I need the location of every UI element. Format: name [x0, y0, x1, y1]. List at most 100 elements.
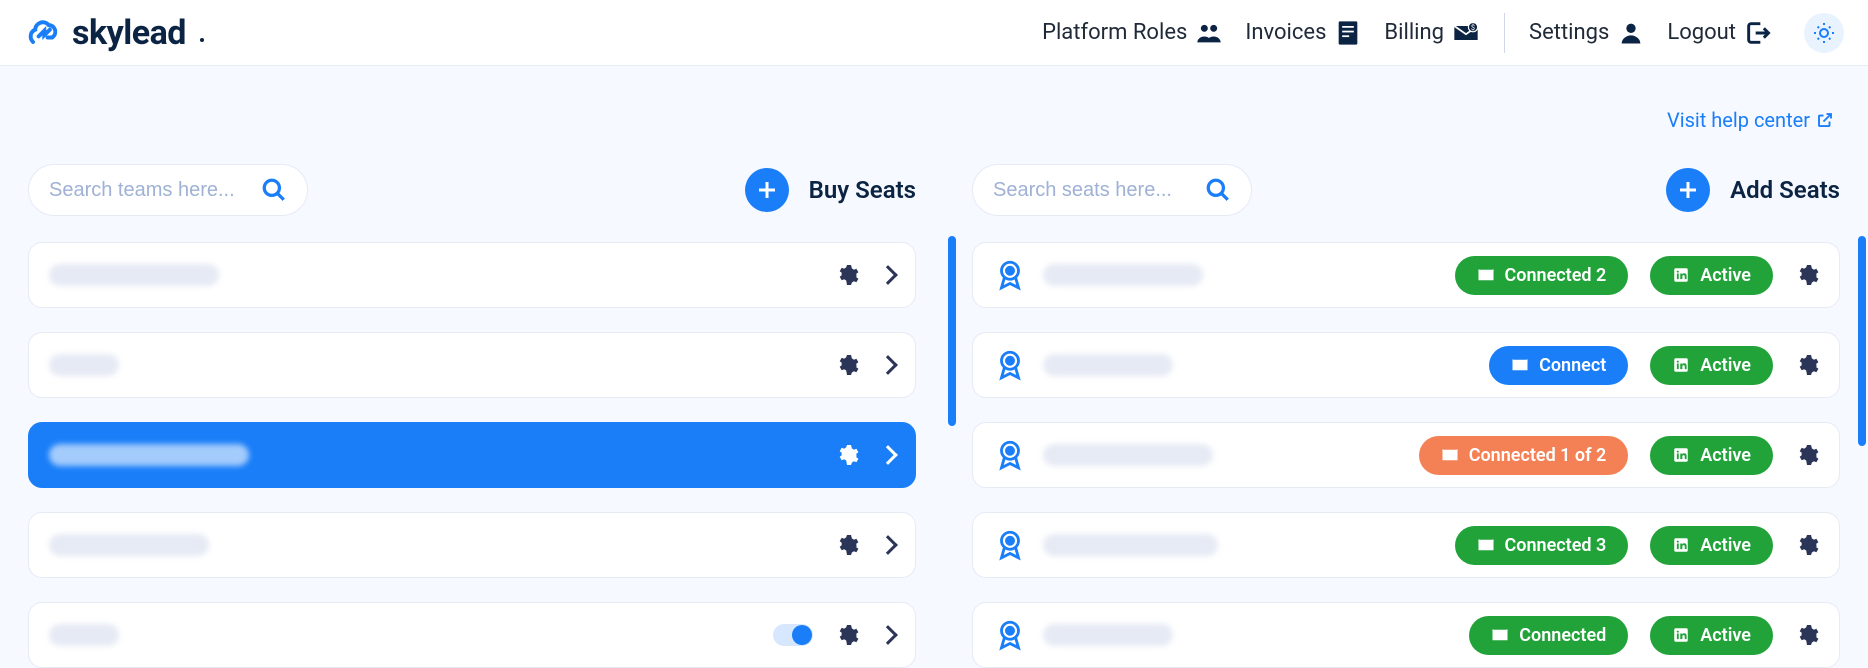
chevron-right-icon[interactable] [878, 445, 898, 465]
pill-label: Connected [1519, 625, 1606, 646]
team-name-blurred [49, 354, 119, 376]
top-nav: skylead Platform Roles Invoices Billing … [0, 0, 1868, 66]
people-icon [1195, 19, 1223, 47]
gear-icon[interactable] [835, 263, 859, 287]
scroll-indicator-right [1858, 236, 1866, 446]
chevron-right-icon[interactable] [878, 355, 898, 375]
pill-label: Connected 2 [1505, 265, 1607, 286]
pill-label: Active [1700, 355, 1751, 376]
nav-label: Billing [1384, 20, 1444, 45]
award-icon [993, 618, 1027, 652]
user-icon [1617, 19, 1645, 47]
seat-name-blurred [1043, 444, 1213, 466]
plus-icon [1676, 178, 1700, 202]
gear-icon[interactable] [835, 353, 859, 377]
award-icon [993, 348, 1027, 382]
team-row[interactable] [28, 242, 916, 308]
status-pill[interactable]: Active [1650, 346, 1773, 385]
team-row[interactable] [28, 332, 916, 398]
connect-pill[interactable]: Connected 1 of 2 [1419, 436, 1629, 475]
status-pill[interactable]: Active [1650, 436, 1773, 475]
search-icon [1205, 177, 1231, 203]
team-name-blurred [49, 444, 249, 466]
search-icon [261, 177, 287, 203]
gear-icon[interactable] [1795, 623, 1819, 647]
award-icon [993, 528, 1027, 562]
pill-label: Active [1700, 535, 1751, 556]
nav-logout[interactable]: Logout [1663, 13, 1776, 53]
gear-icon[interactable] [835, 443, 859, 467]
gear-icon[interactable] [835, 533, 859, 557]
team-row[interactable] [28, 512, 916, 578]
buy-seats-label: Buy Seats [809, 176, 916, 204]
search-teams[interactable] [28, 164, 308, 216]
team-name-blurred [49, 624, 119, 646]
gear-icon[interactable] [1795, 353, 1819, 377]
team-name-blurred [49, 534, 209, 556]
seat-row[interactable]: Connected 2 Active [972, 242, 1840, 308]
gear-icon[interactable] [1795, 533, 1819, 557]
linkedin-icon [1672, 536, 1690, 554]
status-pill[interactable]: Active [1650, 616, 1773, 655]
nav-label: Invoices [1245, 20, 1326, 45]
connect-pill[interactable]: Connected 2 [1455, 256, 1629, 295]
award-icon [993, 438, 1027, 472]
add-seats-button[interactable] [1666, 168, 1710, 212]
team-row-selected[interactable] [28, 422, 916, 488]
seats-toolbar: Add Seats [972, 162, 1840, 218]
pill-label: Active [1700, 625, 1751, 646]
seat-row[interactable]: Connected Active [972, 602, 1840, 668]
teams-toolbar: Buy Seats [28, 162, 916, 218]
gear-icon[interactable] [1795, 263, 1819, 287]
team-name-blurred [49, 264, 219, 286]
billing-icon: $ [1452, 19, 1480, 47]
gear-icon[interactable] [835, 623, 859, 647]
seat-name-blurred [1043, 354, 1173, 376]
pill-label: Active [1700, 445, 1751, 466]
nav-platform-roles[interactable]: Platform Roles [1038, 13, 1227, 53]
seat-row[interactable]: Connected 3 Active [972, 512, 1840, 578]
chevron-right-icon[interactable] [878, 265, 898, 285]
brand-dot [200, 38, 204, 42]
chevron-right-icon[interactable] [878, 535, 898, 555]
chevron-right-icon[interactable] [878, 625, 898, 645]
gear-icon[interactable] [1795, 443, 1819, 467]
pill-label: Connected 3 [1505, 535, 1607, 556]
buy-seats-button[interactable] [745, 168, 789, 212]
main-content: Visit help center Buy Seats [0, 66, 1868, 656]
pill-label: Connect [1539, 355, 1606, 376]
envelope-icon [1477, 266, 1495, 284]
team-row[interactable] [28, 602, 916, 668]
envelope-icon [1477, 536, 1495, 554]
nav-settings[interactable]: Settings [1525, 13, 1649, 53]
nav-divider [1504, 13, 1505, 53]
search-teams-input[interactable] [49, 179, 249, 202]
seat-name-blurred [1043, 264, 1203, 286]
invoice-icon [1334, 19, 1362, 47]
brand-name: skylead [72, 13, 186, 53]
status-pill[interactable]: Active [1650, 526, 1773, 565]
nav-invoices[interactable]: Invoices [1241, 13, 1366, 53]
status-pill[interactable]: Active [1650, 256, 1773, 295]
seat-row[interactable]: Connect Active [972, 332, 1840, 398]
seats-column: Add Seats Connected 2 Active Connect Active… [944, 66, 1868, 656]
theme-toggle[interactable] [1804, 13, 1844, 53]
linkedin-icon [1672, 626, 1690, 644]
add-seats-label: Add Seats [1730, 176, 1840, 204]
envelope-icon [1511, 356, 1529, 374]
search-seats[interactable] [972, 164, 1252, 216]
pill-label: Connected 1 of 2 [1469, 445, 1607, 466]
linkedin-icon [1672, 446, 1690, 464]
nav-billing[interactable]: Billing $ [1380, 13, 1484, 53]
sun-icon [1812, 21, 1836, 45]
teams-column: Buy Seats [0, 66, 944, 656]
connect-pill[interactable]: Connected 3 [1455, 526, 1629, 565]
seat-row[interactable]: Connected 1 of 2 Active [972, 422, 1840, 488]
team-toggle[interactable] [773, 624, 813, 646]
search-seats-input[interactable] [993, 179, 1193, 202]
brand-logo[interactable]: skylead [24, 13, 204, 53]
connect-pill[interactable]: Connected [1469, 616, 1628, 655]
connect-pill[interactable]: Connect [1489, 346, 1628, 385]
svg-text:$: $ [1471, 24, 1475, 32]
logout-icon [1744, 19, 1772, 47]
